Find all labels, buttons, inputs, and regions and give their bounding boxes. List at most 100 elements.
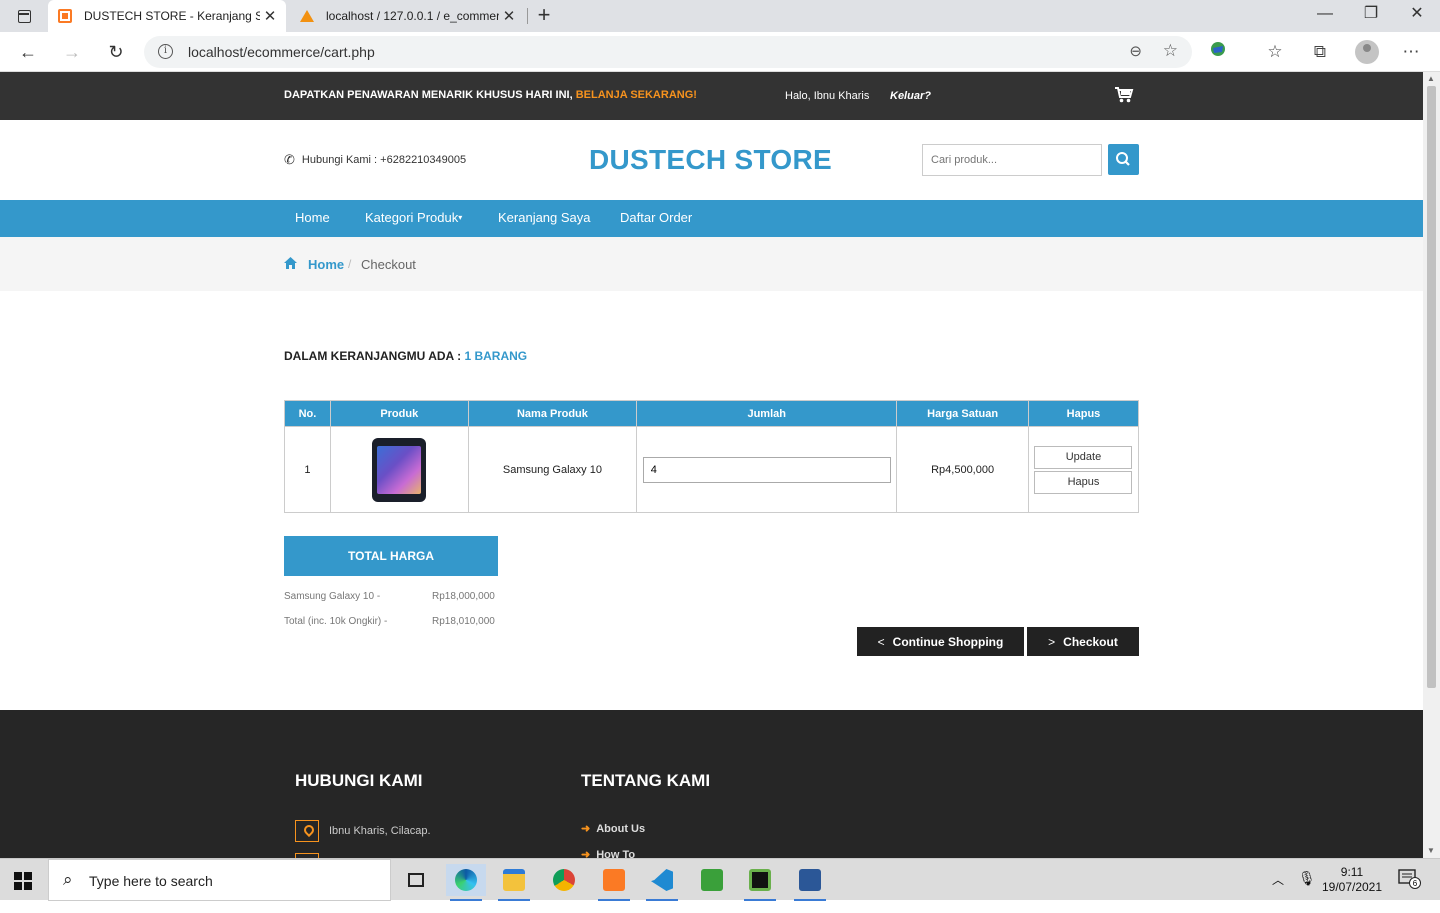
summary-label: Total (inc. 10k Ongkir) - <box>284 616 388 627</box>
product-image[interactable] <box>372 437 427 502</box>
tab-title: DUSTECH STORE - Keranjang Saya <box>84 9 260 23</box>
unit-price: Rp4,500,000 <box>896 426 1029 513</box>
cart-table: No. Produk Nama Produk Jumlah Harga Satu… <box>284 400 1140 513</box>
breadcrumb-current: Checkout <box>361 257 416 272</box>
caret-down-icon: ▾ <box>458 213 463 222</box>
column-header: No. <box>284 400 331 427</box>
footer-link-howto[interactable]: ➜ How To <box>581 848 635 859</box>
xampp-favicon-icon <box>58 9 72 23</box>
extension-icon[interactable] <box>1205 40 1231 64</box>
breadcrumb: Home / Checkout <box>0 237 1423 291</box>
update-button[interactable]: Update <box>1034 445 1133 469</box>
nav-item-keranjang-saya[interactable]: Keranjang Saya <box>498 210 591 225</box>
new-tab-icon[interactable]: + <box>532 4 556 28</box>
continue-shopping-button[interactable]: < Continue Shopping <box>857 627 1024 656</box>
favorites-icon[interactable]: ☆ <box>1262 40 1288 64</box>
contact-phone-text: Hubungi Kami : +6282210349005 <box>301 154 467 166</box>
cart-count-label: DALAM KERANJANGMU ADA : <box>284 349 462 363</box>
scroll-down-icon[interactable]: ▼ <box>1427 846 1435 855</box>
taskbar-search-text: Type here to search <box>89 873 213 889</box>
taskbar-clock[interactable]: 9:11 19/07/2021 <box>1318 865 1386 895</box>
search-icon: ⌕ <box>63 870 73 889</box>
search-button[interactable] <box>1108 144 1139 175</box>
tab-close-icon[interactable]: ✕ <box>260 7 280 25</box>
search-icon <box>1116 152 1130 166</box>
window-close-icon[interactable]: ✕ <box>1402 4 1432 26</box>
promo-message: DAPATKAN PENAWARAN MENARIK KHUSUS HARI I… <box>284 89 573 101</box>
brand-logo[interactable]: DUSTECH STORE <box>589 144 832 176</box>
browser-tab-bar: DUSTECH STORE - Keranjang Saya ✕ localho… <box>0 0 1440 32</box>
word-app-icon[interactable] <box>790 864 830 901</box>
camtasia-recorder-icon[interactable] <box>740 864 780 901</box>
windows-taskbar: ⌕ Type here to search ︿ 🎙 9:11 19/07/202… <box>0 858 1440 901</box>
xampp-app-icon[interactable] <box>594 864 634 901</box>
tab-close-icon[interactable]: ✕ <box>499 7 519 25</box>
notification-center-icon[interactable]: 6 <box>1398 869 1421 889</box>
chevron-left-icon: < <box>877 634 885 649</box>
continue-shopping-label: Continue Shopping <box>892 634 1004 649</box>
add-favorite-icon[interactable]: ☆ <box>1163 41 1178 61</box>
chrome-app-icon[interactable] <box>544 864 584 896</box>
footer-link-about[interactable]: ➜ About Us <box>581 822 645 836</box>
column-header: Produk <box>329 400 469 427</box>
column-header: Hapus <box>1027 400 1140 427</box>
delete-button[interactable]: Hapus <box>1034 470 1133 494</box>
promo-link[interactable]: BELANJA SEKARANG! <box>576 89 697 101</box>
footer-contact-title: HUBUNGI KAMI <box>295 771 423 790</box>
clock-time: 9:11 <box>1340 865 1364 879</box>
collections-icon[interactable]: ⧉ <box>1307 40 1333 64</box>
nav-item-daftar-order[interactable]: Daftar Order <box>620 210 692 225</box>
quantity-input[interactable] <box>642 456 891 483</box>
page-viewport: DAPATKAN PENAWARAN MENARIK KHUSUS HARI I… <box>0 72 1423 858</box>
tab-actions-icon[interactable] <box>10 6 38 28</box>
tab-dustech-store[interactable]: DUSTECH STORE - Keranjang Saya ✕ <box>48 0 286 32</box>
vscode-app-icon[interactable] <box>642 864 682 901</box>
refresh-icon[interactable]: ↻ <box>102 38 130 66</box>
page-scrollbar[interactable]: ▲ ▼ <box>1423 72 1440 858</box>
total-price-heading: TOTAL HARGA <box>284 536 498 576</box>
url-text[interactable]: localhost/ecommerce/cart.php <box>188 44 375 60</box>
home-icon <box>284 257 297 272</box>
user-greeting: Halo, Ibnu Kharis <box>785 90 870 102</box>
breadcrumb-home[interactable]: Home <box>308 257 344 272</box>
cart-count-value: 1 BARANG <box>464 349 528 363</box>
more-menu-icon[interactable]: ⋯ <box>1398 40 1424 64</box>
forward-icon[interactable]: → <box>58 38 86 66</box>
windows-start-icon[interactable] <box>14 872 32 890</box>
tab-title: localhost / 127.0.0.1 / e_commerce <box>326 9 499 23</box>
edge-app-icon[interactable] <box>446 864 486 901</box>
minimize-icon[interactable]: — <box>1310 4 1340 26</box>
clock-date: 19/07/2021 <box>1321 880 1383 894</box>
promo-text: DAPATKAN PENAWARAN MENARIK KHUSUS HARI I… <box>284 89 697 101</box>
scrollbar-thumb[interactable] <box>1427 86 1436 688</box>
site-header: ✆ Hubungi Kami : +6282210349005 DUSTECH … <box>0 120 1423 200</box>
site-info-icon[interactable]: i <box>158 44 173 59</box>
nav-item-kategori-produk[interactable]: Kategori Produk▾ <box>365 210 462 225</box>
restore-icon[interactable]: ❐ <box>1356 4 1386 26</box>
profile-avatar[interactable] <box>1355 40 1379 64</box>
camtasia-app-icon[interactable] <box>692 864 732 896</box>
tab-separator <box>527 8 528 24</box>
tab-phpmyadmin[interactable]: localhost / 127.0.0.1 / e_commerce ✕ <box>290 0 525 32</box>
footer-address-text: Ibnu Kharis, Cilacap. <box>329 825 431 837</box>
logout-link[interactable]: Keluar? <box>890 90 931 102</box>
column-header: Nama Produk <box>467 400 638 427</box>
product-name: Samsung Galaxy 10 <box>467 426 638 513</box>
nav-item-home[interactable]: Home <box>295 210 330 225</box>
address-bar[interactable]: i localhost/ecommerce/cart.php ⊖ ☆ <box>144 36 1192 68</box>
column-header: Harga Satuan <box>896 400 1029 427</box>
taskbar-search[interactable]: ⌕ Type here to search <box>48 859 391 901</box>
column-header: Jumlah <box>636 400 898 427</box>
scroll-up-icon[interactable]: ▲ <box>1427 74 1435 83</box>
file-explorer-icon[interactable] <box>494 864 534 901</box>
checkout-button[interactable]: > Checkout <box>1027 627 1139 656</box>
nav-item-label: Kategori Produk <box>365 210 459 225</box>
cart-icon[interactable] <box>1114 86 1134 104</box>
show-hidden-icons[interactable]: ︿ <box>1272 871 1284 913</box>
search-input[interactable] <box>922 144 1102 176</box>
back-icon[interactable]: ← <box>14 38 42 66</box>
zoom-icon[interactable]: ⊖ <box>1129 42 1142 60</box>
task-view-icon[interactable] <box>396 864 436 896</box>
cart-count: DALAM KERANJANGMU ADA : 1 BARANG <box>284 349 527 363</box>
microphone-icon[interactable]: 🎙 <box>1298 870 1316 912</box>
